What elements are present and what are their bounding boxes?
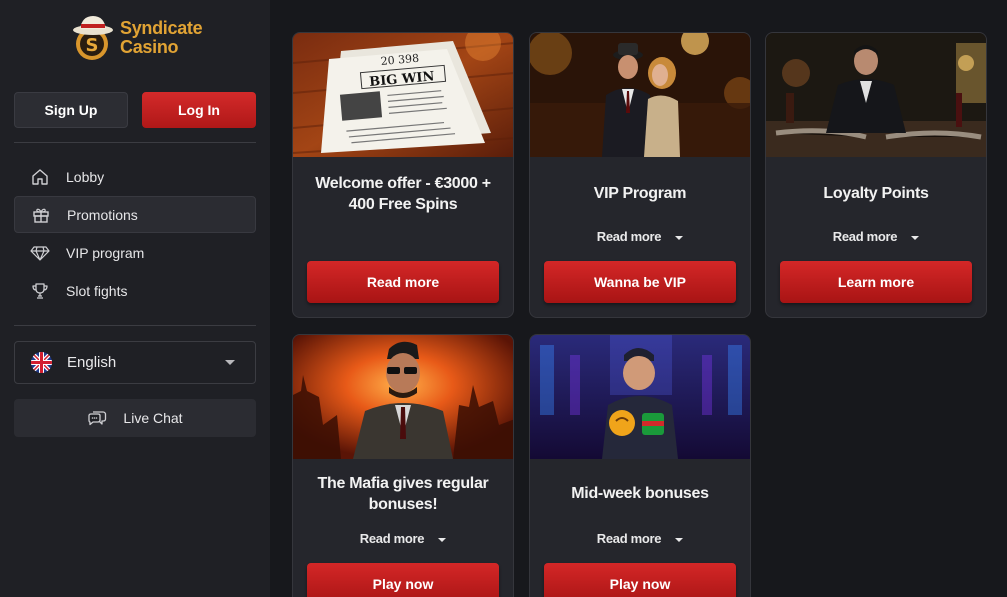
log-in-button[interactable]: Log In [142, 92, 256, 128]
learn-more-button[interactable]: Learn more [780, 261, 972, 303]
language-label: English [67, 354, 117, 371]
sidebar-item-label: Lobby [66, 168, 105, 185]
sidebar: S Syndicate Casino Sign Up Log In Lobby [0, 0, 270, 597]
brand-logo[interactable]: S Syndicate Casino [70, 10, 210, 66]
chat-bubble-icon [87, 409, 107, 427]
logo-hat-icon: S [70, 12, 116, 64]
read-more-toggle[interactable]: Read more [530, 229, 750, 244]
sidebar-item-lobby[interactable]: Lobby [14, 158, 256, 195]
home-icon [30, 167, 50, 187]
chevron-down-icon [911, 235, 920, 240]
trophy-icon [30, 281, 50, 301]
read-more-toggle[interactable]: Read more [766, 229, 986, 244]
promo-title: Welcome offer - €3000 + 400 Free Spins [315, 175, 491, 213]
promo-card-vip: VIP Program Read more Wanna be VIP [529, 32, 751, 318]
brand-name-line2: Casino [120, 37, 179, 57]
promo-title: The Mafia gives regular bonuses! [317, 475, 489, 513]
brand-name-line1: Syndicate [120, 18, 203, 38]
promo-image-midweek-mobster [530, 335, 750, 459]
promo-image-gangster-table [766, 33, 986, 157]
live-chat-button[interactable]: Live Chat [14, 399, 256, 437]
promo-title: Loyalty Points [823, 185, 929, 202]
sidebar-item-slot-fights[interactable]: Slot fights [14, 272, 256, 309]
play-now-button[interactable]: Play now [307, 563, 499, 597]
wanna-be-vip-button[interactable]: Wanna be VIP [544, 261, 736, 303]
read-more-toggle[interactable]: Read more [530, 531, 750, 546]
sidebar-nav: Lobby Promotions VIP program Slot fights [14, 158, 256, 310]
sidebar-item-vip[interactable]: VIP program [14, 234, 256, 271]
chevron-down-icon [675, 537, 684, 542]
promo-card-loyalty: Loyalty Points Read more Learn more [765, 32, 987, 318]
sidebar-divider [14, 325, 256, 326]
promo-card-welcome: 20 398 BIG WIN Welcome offer - €3000 + 4… [292, 32, 514, 318]
language-selector[interactable]: English [14, 341, 256, 384]
sign-up-button[interactable]: Sign Up [14, 92, 128, 128]
sidebar-item-label: Promotions [67, 206, 138, 223]
promo-image-mafia-sunglasses [293, 335, 513, 459]
read-more-toggle[interactable]: Read more [293, 531, 513, 546]
diamond-icon [30, 243, 50, 263]
promo-card-mafia: The Mafia gives regular bonuses! Read mo… [292, 334, 514, 597]
chevron-down-icon [438, 537, 447, 542]
promo-title: VIP Program [593, 185, 687, 202]
chevron-down-icon [225, 360, 235, 365]
chevron-down-icon [675, 235, 684, 240]
promo-image-newspaper: 20 398 BIG WIN [293, 33, 513, 157]
play-now-button[interactable]: Play now [544, 563, 736, 597]
promo-image-vip-couple [530, 33, 750, 157]
svg-text:S: S [86, 35, 99, 56]
live-chat-label: Live Chat [123, 410, 183, 426]
sidebar-item-promotions[interactable]: Promotions [14, 196, 256, 233]
sidebar-item-label: VIP program [66, 244, 145, 261]
sidebar-divider [14, 142, 256, 143]
promo-card-midweek: Mid-week bonuses Read more Play now [529, 334, 751, 597]
sidebar-item-label: Slot fights [66, 282, 128, 299]
promo-title: Mid-week bonuses [571, 485, 709, 502]
read-more-button[interactable]: Read more [307, 261, 499, 303]
gift-icon [31, 205, 51, 225]
uk-flag-icon [31, 352, 52, 373]
